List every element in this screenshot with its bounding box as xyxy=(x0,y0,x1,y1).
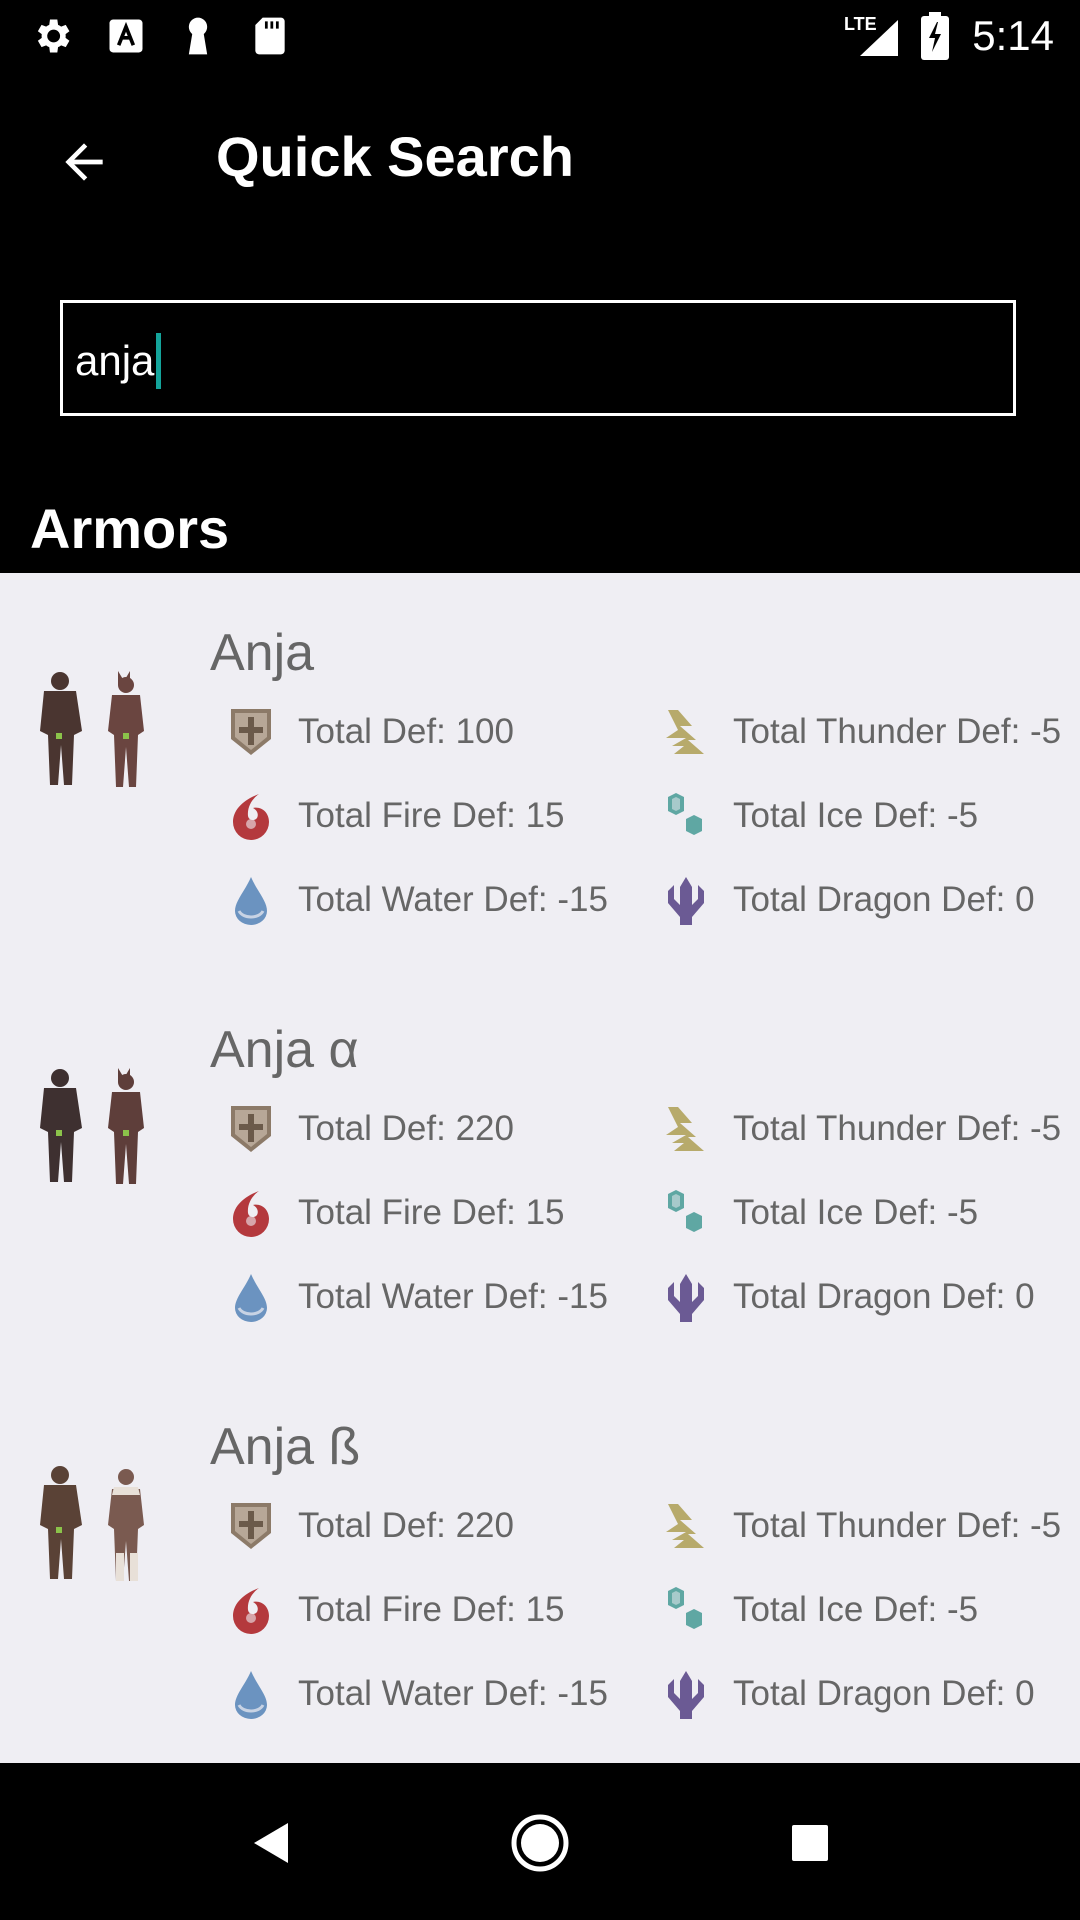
status-bar: LTE 5:14 xyxy=(0,0,1080,72)
thunder-icon xyxy=(661,707,711,757)
stat-thunder: Total Thunder Def: -5 xyxy=(661,1099,1061,1159)
stat-ice: Total Ice Def: -5 xyxy=(661,1580,978,1640)
stat-fire-text: Total Fire Def: 15 xyxy=(298,796,565,835)
stat-ice: Total Ice Def: -5 xyxy=(661,1183,978,1243)
text-cursor xyxy=(156,333,161,389)
stat-thunder: Total Thunder Def: -5 xyxy=(661,1496,1061,1556)
stat-ice-text: Total Ice Def: -5 xyxy=(733,1590,979,1629)
stat-dragon-text: Total Dragon Def: 0 xyxy=(733,880,1035,919)
arrow-back-icon xyxy=(65,143,103,181)
back-button[interactable] xyxy=(44,122,124,202)
water-icon xyxy=(226,875,276,925)
lte-signal-icon: LTE xyxy=(842,14,902,58)
nav-home-icon xyxy=(511,1814,569,1872)
stat-water: Total Water Def: -15 xyxy=(226,1664,608,1724)
stat-ice-text: Total Ice Def: -5 xyxy=(733,796,979,835)
armor-list-item[interactable]: Anja Total Def: 100 Total Fire Def: 15 T… xyxy=(0,573,1080,969)
nav-recents-icon xyxy=(792,1825,828,1861)
settings-icon xyxy=(30,14,74,58)
armor-name: Anja xyxy=(210,624,315,682)
nav-back-button[interactable] xyxy=(230,1803,310,1883)
stat-water-text: Total Water Def: -15 xyxy=(298,1674,608,1713)
stat-fire-text: Total Fire Def: 15 xyxy=(298,1193,565,1232)
stat-ice: Total Ice Def: -5 xyxy=(661,786,978,846)
stat-thunder-text: Total Thunder Def: -5 xyxy=(733,1109,1062,1148)
results-list: Anja Total Def: 100 Total Fire Def: 15 T… xyxy=(0,573,1080,1763)
stat-water: Total Water Def: -15 xyxy=(226,870,608,930)
stat-dragon-text: Total Dragon Def: 0 xyxy=(733,1674,1035,1713)
system-nav-bar xyxy=(0,1763,1080,1920)
keyhole-icon xyxy=(176,14,220,58)
search-input[interactable]: anja xyxy=(75,337,154,385)
stat-water: Total Water Def: -15 xyxy=(226,1267,608,1327)
stat-defense-text: Total Def: 220 xyxy=(298,1506,514,1545)
armor-figures-image xyxy=(30,1060,180,1195)
stat-thunder: Total Thunder Def: -5 xyxy=(661,702,1061,762)
water-icon xyxy=(226,1669,276,1719)
armor-name: Anja α xyxy=(210,1021,359,1079)
section-header-armors: Armors xyxy=(30,497,230,560)
fire-icon xyxy=(226,1585,276,1635)
sd-card-icon xyxy=(248,14,292,58)
stat-dragon: Total Dragon Def: 0 xyxy=(661,1664,1035,1724)
status-time: 5:14 xyxy=(972,12,1054,59)
armor-list-item[interactable]: Anja α Total Def: 220 Total Fire Def: 15… xyxy=(0,970,1080,1366)
dragon-icon xyxy=(661,1272,711,1322)
stat-fire: Total Fire Def: 15 xyxy=(226,786,565,846)
stat-fire: Total Fire Def: 15 xyxy=(226,1183,565,1243)
thunder-icon xyxy=(661,1501,711,1551)
stat-defense-text: Total Def: 100 xyxy=(298,712,514,751)
dragon-icon xyxy=(661,1669,711,1719)
nav-recents-button[interactable] xyxy=(770,1803,850,1883)
stat-thunder-text: Total Thunder Def: -5 xyxy=(733,712,1062,751)
water-icon xyxy=(226,1272,276,1322)
stat-dragon: Total Dragon Def: 0 xyxy=(661,1267,1035,1327)
armor-list-item[interactable]: Anja ß Total Def: 220 Total Fire Def: 15… xyxy=(0,1367,1080,1763)
stat-defense: Total Def: 220 xyxy=(226,1496,514,1556)
stat-ice-text: Total Ice Def: -5 xyxy=(733,1193,979,1232)
nav-back-icon xyxy=(254,1823,288,1863)
page-title: Quick Search xyxy=(216,125,574,188)
search-field[interactable]: anja xyxy=(60,300,1016,416)
stat-water-text: Total Water Def: -15 xyxy=(298,1277,608,1316)
stat-thunder-text: Total Thunder Def: -5 xyxy=(733,1506,1062,1545)
shield-icon xyxy=(226,1104,276,1154)
armor-figures-image xyxy=(30,663,180,798)
dragon-icon xyxy=(661,875,711,925)
ice-icon xyxy=(661,1585,711,1635)
fire-icon xyxy=(226,1188,276,1238)
stat-defense: Total Def: 220 xyxy=(226,1099,514,1159)
nav-home-button[interactable] xyxy=(500,1803,580,1883)
shield-icon xyxy=(226,707,276,757)
stat-fire-text: Total Fire Def: 15 xyxy=(298,1590,565,1629)
stat-fire: Total Fire Def: 15 xyxy=(226,1580,565,1640)
stat-dragon: Total Dragon Def: 0 xyxy=(661,870,1035,930)
stat-defense: Total Def: 100 xyxy=(226,702,514,762)
ice-icon xyxy=(661,1188,711,1238)
shield-icon xyxy=(226,1501,276,1551)
stat-defense-text: Total Def: 220 xyxy=(298,1109,514,1148)
thunder-icon xyxy=(661,1104,711,1154)
battery-charging-icon xyxy=(920,12,950,60)
armor-name: Anja ß xyxy=(210,1418,361,1476)
armor-figures-image xyxy=(30,1457,180,1592)
font-icon xyxy=(104,14,148,58)
app-toolbar: Quick Search xyxy=(0,72,1080,242)
stat-water-text: Total Water Def: -15 xyxy=(298,880,608,919)
fire-icon xyxy=(226,791,276,841)
stat-dragon-text: Total Dragon Def: 0 xyxy=(733,1277,1035,1316)
ice-icon xyxy=(661,791,711,841)
